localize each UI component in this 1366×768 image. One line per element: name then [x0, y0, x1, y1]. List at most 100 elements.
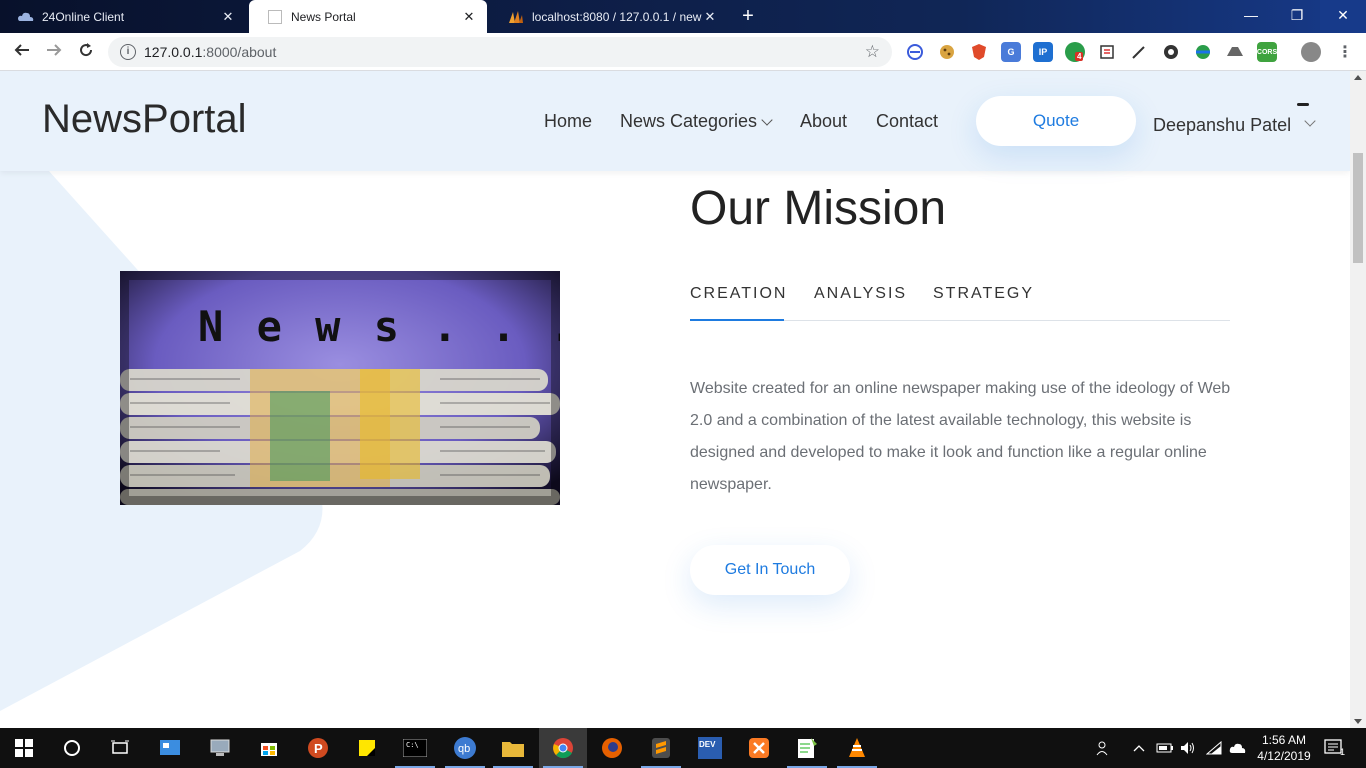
notification-count-badge: 1 — [1340, 747, 1346, 757]
dev-cpp-icon[interactable]: DEV — [686, 728, 734, 768]
tab-title: News Portal — [291, 9, 356, 24]
mission-description: Website created for an online newspaper … — [690, 380, 1231, 493]
quote-button[interactable]: Quote — [976, 96, 1136, 146]
window-close-button[interactable]: ✕ — [1320, 0, 1366, 30]
address-bar[interactable]: i 127.0.0.1:8000/about ☆ — [108, 37, 892, 67]
store-icon[interactable] — [245, 728, 293, 768]
nav-home[interactable]: Home — [544, 111, 592, 132]
bookmark-star-icon[interactable]: ☆ — [865, 42, 880, 62]
tab-strategy[interactable]: STRATEGY — [933, 285, 1034, 303]
tab-title: localhost:8080 / 127.0.0.1 / news — [532, 9, 702, 24]
notion-icon[interactable] — [1097, 42, 1117, 62]
tab-creation[interactable]: CREATION — [690, 285, 787, 303]
page-scrollbar[interactable] — [1350, 71, 1366, 728]
svg-text:C:\: C:\ — [406, 741, 419, 749]
file-explorer-icon[interactable] — [489, 728, 537, 768]
scroll-down-arrow-icon[interactable] — [1354, 719, 1362, 724]
tab-title: 24Online Client — [42, 9, 125, 24]
minimize-button[interactable]: — — [1228, 0, 1274, 30]
pen-icon[interactable] — [1129, 42, 1149, 62]
news-image: N e w s . . . . — [120, 271, 560, 505]
browser-tab-strip: 24Online Client ✕ News Portal ✕ localhos… — [0, 0, 1366, 33]
nav-about[interactable]: About — [800, 111, 847, 132]
tab-phpmyadmin[interactable]: localhost:8080 / 127.0.0.1 / news ✕ — [490, 0, 728, 33]
drive-icon[interactable] — [1225, 42, 1245, 62]
browser-toolbar: i 127.0.0.1:8000/about ☆ G IP 4 CORS ⋮ — [0, 33, 1366, 71]
reload-button[interactable] — [74, 41, 98, 63]
phpmyadmin-icon — [508, 9, 524, 25]
arrow-right-icon — [47, 44, 62, 56]
firefox-icon[interactable] — [588, 728, 636, 768]
action-center-icon[interactable]: 1 — [1324, 728, 1345, 768]
sticky-notes-icon[interactable] — [343, 728, 391, 768]
counter-badge: 4 — [1075, 52, 1084, 61]
windows-taskbar: P C:\ qb DEV 1:56 AM 4/12/2019 1 — [0, 728, 1366, 768]
profile-icon[interactable] — [1301, 42, 1321, 62]
battery-icon[interactable] — [1156, 728, 1174, 768]
get-in-touch-button[interactable]: Get In Touch — [690, 545, 850, 595]
sublime-icon[interactable] — [637, 728, 685, 768]
onedrive-cloud-icon[interactable] — [1229, 728, 1247, 768]
chevron-up-icon[interactable] — [1133, 728, 1145, 768]
circle-icon[interactable] — [1161, 42, 1181, 62]
chrome-icon[interactable] — [539, 728, 587, 768]
user-menu-name[interactable]: Deepanshu Patel — [1153, 115, 1291, 136]
start-icon[interactable] — [0, 728, 48, 768]
tab-news-portal[interactable]: News Portal ✕ — [249, 0, 487, 33]
menu-icon[interactable]: ⋮ — [1335, 42, 1355, 62]
scrollbar-thumb[interactable] — [1353, 153, 1363, 263]
qbittorrent-icon[interactable]: qb — [441, 728, 489, 768]
dev-cpp-label: DEV — [699, 740, 716, 749]
info-icon[interactable]: i — [120, 44, 136, 60]
nav-contact[interactable]: Contact — [876, 111, 938, 132]
chevron-down-icon — [761, 114, 773, 126]
new-tab-button[interactable]: + — [736, 5, 760, 29]
notepad-plus-icon[interactable] — [783, 728, 831, 768]
cortana-icon[interactable] — [48, 728, 96, 768]
edge-sync-icon[interactable] — [905, 42, 925, 62]
counter-icon[interactable]: 4 — [1065, 42, 1085, 62]
people-icon[interactable] — [1096, 728, 1112, 768]
task-view-icon[interactable] — [96, 728, 144, 768]
nav-news-categories-label: News Categories — [620, 111, 758, 131]
computer-icon[interactable] — [196, 728, 244, 768]
site-header: NewsPortal Home News Categories About Co… — [0, 71, 1350, 171]
translate-icon[interactable]: G — [1001, 42, 1021, 62]
scroll-up-arrow-icon[interactable] — [1354, 75, 1362, 80]
control-panel-icon[interactable] — [146, 728, 194, 768]
active-tab-underline — [690, 319, 784, 321]
close-icon[interactable]: ✕ — [702, 9, 718, 25]
arrow-left-icon — [14, 44, 29, 56]
user-indicator-icon — [1297, 103, 1309, 106]
mission-tabs: CREATION ANALYSIS STRATEGY — [690, 281, 1230, 321]
globe-icon[interactable] — [1193, 42, 1213, 62]
back-button[interactable] — [10, 41, 34, 63]
tab-analysis[interactable]: ANALYSIS — [814, 285, 907, 303]
svg-text:P: P — [314, 741, 323, 756]
page-content: NewsPortal Home News Categories About Co… — [0, 71, 1350, 728]
cookie-icon[interactable] — [937, 42, 957, 62]
forward-button[interactable] — [42, 41, 66, 63]
tab-24online-client[interactable]: 24Online Client ✕ — [0, 0, 246, 33]
page-icon — [267, 9, 283, 25]
ip-icon[interactable]: IP — [1033, 42, 1053, 62]
site-logo[interactable]: NewsPortal — [42, 97, 247, 142]
cors-icon[interactable]: CORS — [1257, 42, 1277, 62]
system-clock[interactable]: 1:56 AM 4/12/2019 — [1252, 732, 1316, 764]
clock-date: 4/12/2019 — [1257, 749, 1311, 763]
close-icon[interactable]: ✕ — [461, 9, 477, 25]
chevron-down-icon[interactable] — [1304, 115, 1316, 127]
clock-time: 1:56 AM — [1261, 733, 1307, 747]
wifi-icon[interactable] — [1206, 728, 1222, 768]
brave-shield-icon[interactable] — [969, 42, 989, 62]
volume-icon[interactable] — [1180, 728, 1196, 768]
restore-button[interactable]: ❐ — [1274, 0, 1320, 30]
nav-news-categories[interactable]: News Categories — [620, 111, 773, 132]
mission-title: Our Mission — [690, 182, 947, 235]
vlc-icon[interactable] — [833, 728, 881, 768]
terminal-icon[interactable]: C:\ — [391, 728, 439, 768]
url-path: :8000/about — [202, 44, 277, 60]
pj-icon[interactable]: P — [294, 728, 342, 768]
close-icon[interactable]: ✕ — [220, 9, 236, 25]
xampp-icon[interactable] — [735, 728, 783, 768]
